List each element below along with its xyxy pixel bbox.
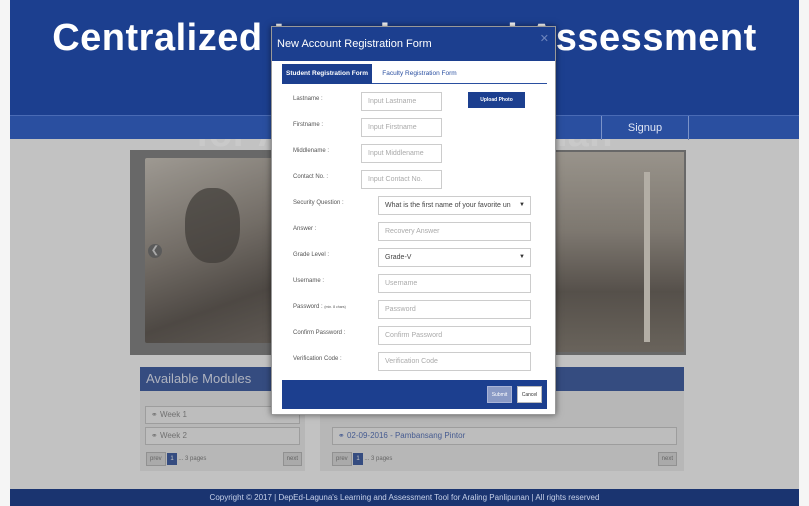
username-label: Username : (293, 278, 325, 284)
username-input[interactable]: Username (378, 274, 531, 293)
portrait-face (185, 188, 240, 263)
chevron-down-icon: ▼ (519, 254, 525, 260)
slider-prev-arrow-icon[interactable]: ❮ (148, 244, 162, 258)
announcement-item[interactable]: ⚭ 02-09-2016 - Pambansang Pintor (332, 427, 677, 445)
contact-label: Contact No. : (293, 174, 329, 180)
submit-button[interactable]: Submit (487, 386, 512, 403)
chevron-down-icon: ▼ (519, 202, 525, 208)
available-modules-title: Available Modules (146, 371, 252, 386)
grade-level-label: Grade Level : (293, 252, 330, 258)
security-question-value: What is the first name of your favorite … (385, 202, 511, 209)
modal-header: New Account Registration Form ✕ (272, 27, 555, 61)
verification-code-label: Verification Code : (293, 356, 342, 362)
modal-footer: Submit Cancel (282, 380, 547, 409)
password-label-text: Password : (293, 304, 323, 310)
confirm-password-label: Confirm Password : (293, 330, 346, 336)
grade-level-value: Grade-V (385, 254, 412, 261)
contact-input[interactable]: Input Contact No. (361, 170, 442, 189)
module-week-1-label: Week 1 (159, 410, 187, 419)
pager-page-1[interactable]: 1 (167, 453, 177, 465)
cancel-button[interactable]: Cancel (517, 386, 542, 403)
answer-label: Answer : (293, 226, 317, 232)
password-note: (min. 8 chars) (324, 305, 346, 309)
grade-level-select[interactable]: Grade-V ▼ (378, 248, 531, 267)
lastname-label: Lastname : (293, 96, 323, 102)
password-input[interactable]: Password (378, 300, 531, 319)
site-footer: Copyright © 2017 | DepEd-Laguna's Learni… (10, 489, 799, 506)
pager-next-button[interactable]: next (282, 452, 302, 466)
answer-input[interactable]: Recovery Answer (378, 222, 531, 241)
pager-prev-button[interactable]: prev (146, 452, 166, 466)
announcement-label: 02-09-2016 - Pambansang Pintor (346, 431, 466, 440)
lastname-input[interactable]: Input Lastname (361, 92, 442, 111)
middlename-label: Middlename : (293, 148, 330, 154)
close-icon[interactable]: ✕ (540, 29, 549, 49)
module-week-2-label: Week 2 (159, 431, 187, 440)
page: Centralized Learning and Assessment Tool… (0, 0, 809, 506)
firstname-input[interactable]: Input Firstname (361, 118, 442, 137)
pager-next-button[interactable]: next (657, 452, 677, 466)
firstname-label: Firstname : (293, 122, 324, 128)
pager-info: ... 3 pages (364, 456, 393, 462)
slider-photo-right (548, 152, 684, 352)
modules-pager: prev 1 ... 3 pages next (146, 452, 302, 466)
module-week-2[interactable]: ⚭ Week 2 (145, 427, 300, 445)
modal-title: New Account Registration Form (277, 38, 432, 50)
confirm-password-input[interactable]: Confirm Password (378, 326, 531, 345)
slider-photo-left (145, 158, 280, 343)
registration-modal: New Account Registration Form ✕ Student … (271, 26, 556, 415)
tab-faculty-registration[interactable]: Faculty Registration Form (372, 64, 467, 84)
nav-signup-link[interactable]: Signup (601, 116, 689, 140)
verification-code-input[interactable]: Verification Code (378, 352, 531, 371)
upload-photo-button[interactable]: Upload Photo (468, 92, 525, 108)
pager-info: ... 3 pages (178, 456, 207, 462)
tab-student-registration[interactable]: Student Registration Form (282, 64, 372, 84)
flag-pole (644, 172, 650, 342)
password-label: Password : (min. 8 chars) (293, 304, 346, 310)
security-question-label: Security Question : (293, 200, 344, 206)
announcements-pager: prev 1 ... 3 pages next (332, 452, 677, 466)
security-question-select[interactable]: What is the first name of your favorite … (378, 196, 531, 215)
registration-tabs: Student Registration Form Faculty Regist… (282, 64, 547, 84)
pager-page-1[interactable]: 1 (353, 453, 363, 465)
pager-prev-button[interactable]: prev (332, 452, 352, 466)
middlename-input[interactable]: Input Middlename (361, 144, 442, 163)
